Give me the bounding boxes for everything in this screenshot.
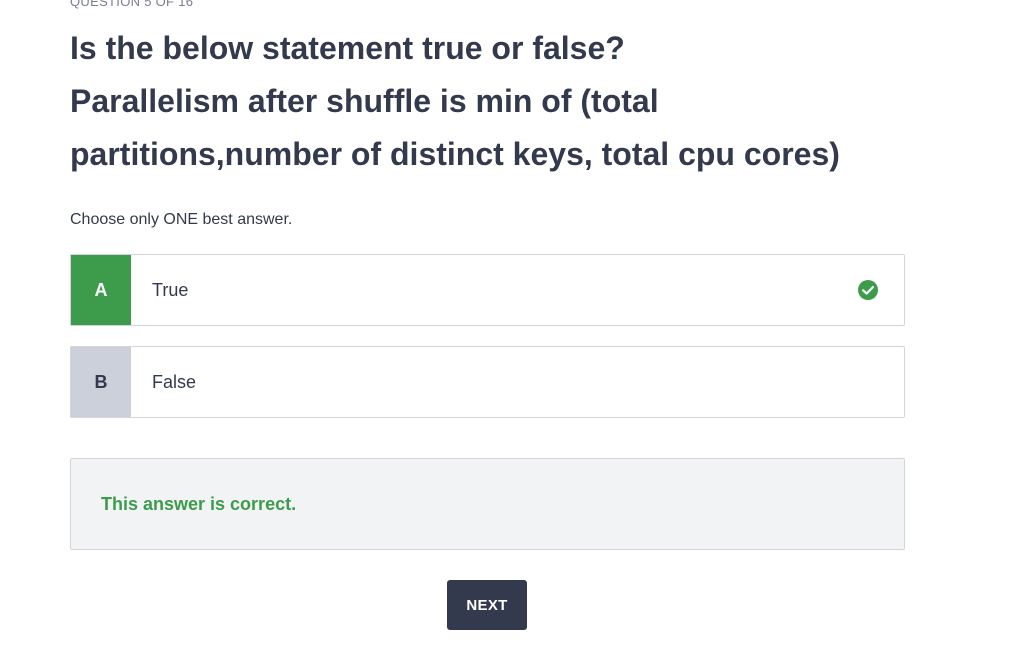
feedback-message: This answer is correct. (101, 493, 297, 514)
feedback-panel: This answer is correct. (70, 458, 905, 550)
question-line: Parallelism after shuffle is min of (tot… (70, 83, 659, 119)
next-button[interactable]: NEXT (447, 580, 527, 630)
question-progress: QUESTION 5 OF 16 (70, 0, 194, 9)
question-line: partitions,number of distinct keys, tota… (70, 136, 840, 172)
check-circle-icon (858, 280, 878, 300)
answer-option-a[interactable]: A True (70, 254, 905, 326)
option-text-a: True (152, 279, 189, 300)
answer-option-b[interactable]: B False (70, 346, 905, 418)
option-letter-b: B (71, 347, 131, 417)
quiz-page: QUESTION 5 OF 16 Is the below statement … (0, 0, 1020, 652)
option-text-b: False (152, 371, 197, 392)
answer-instruction: Choose only ONE best answer. (70, 211, 293, 228)
question-text: Is the below statement true or false? Pa… (70, 22, 900, 181)
option-letter-a: A (71, 255, 131, 325)
question-line: Is the below statement true or false? (70, 30, 625, 66)
